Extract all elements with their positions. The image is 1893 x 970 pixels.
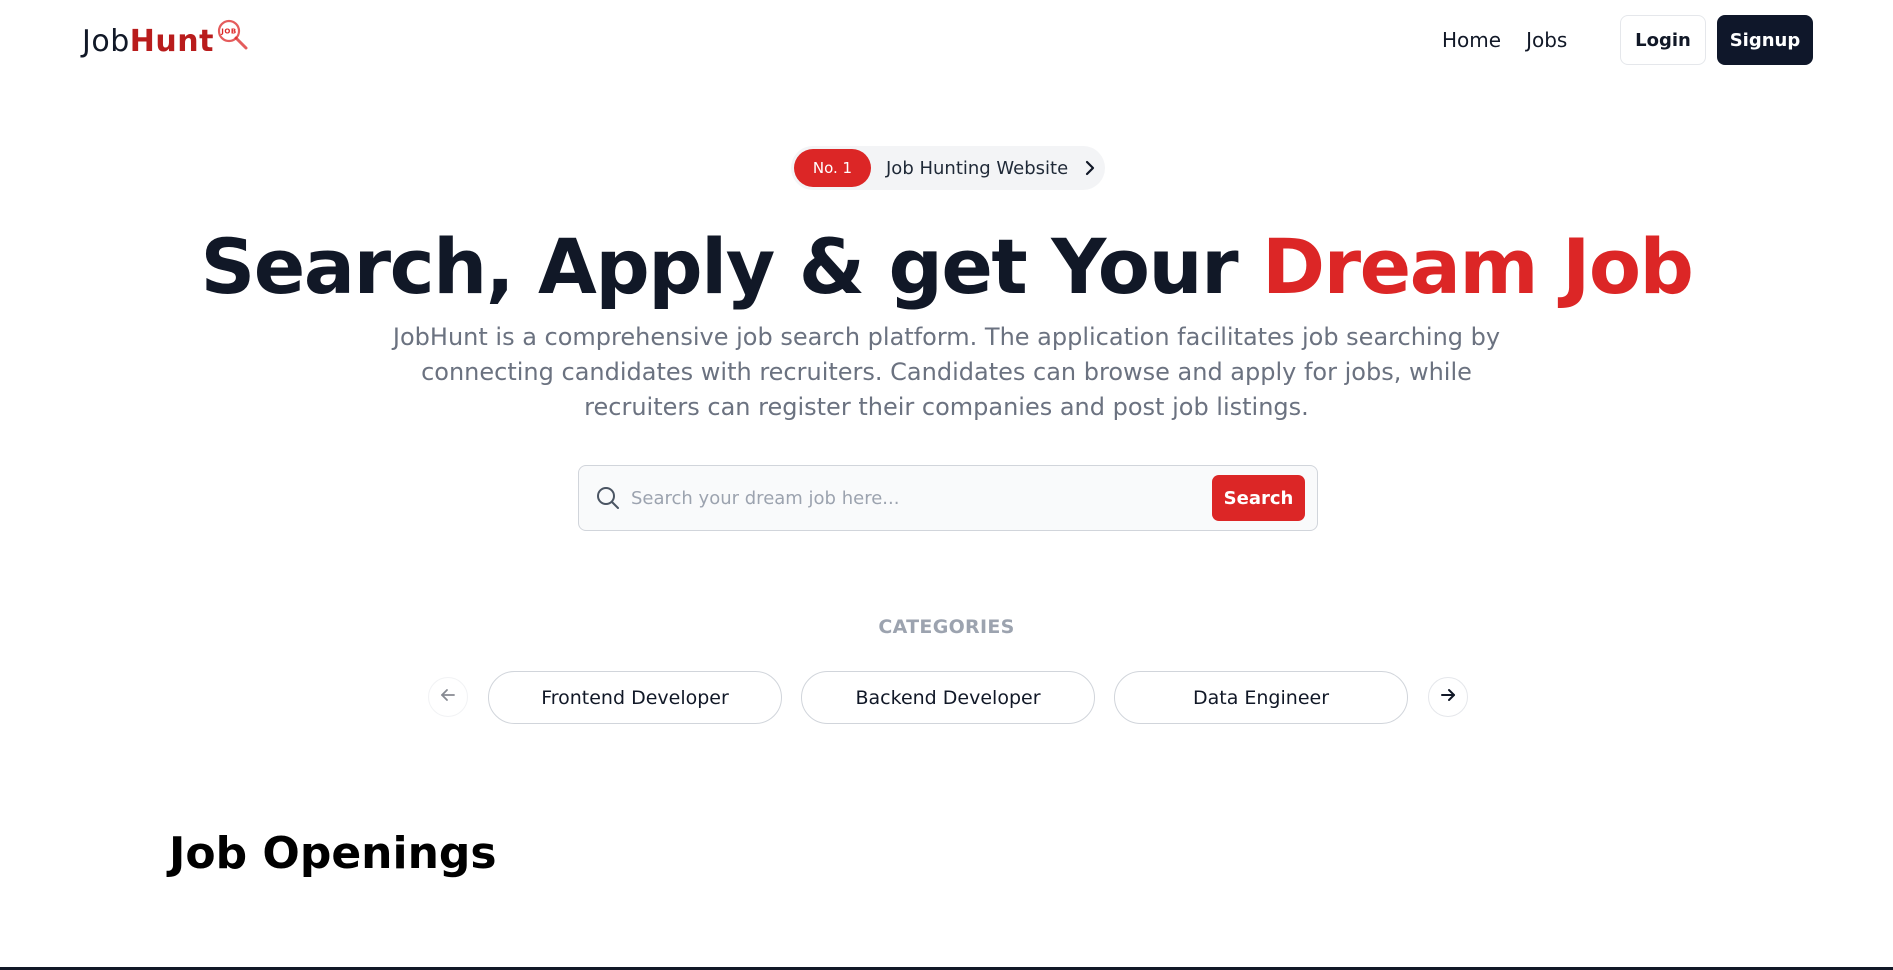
search-icon (595, 485, 621, 511)
badge-tag: No. 1 (794, 149, 871, 187)
logo[interactable]: Job Hunt JOB (82, 19, 250, 60)
search-input[interactable] (631, 478, 1211, 518)
search-button[interactable]: Search (1212, 475, 1305, 521)
category-chip-data-engineer[interactable]: Data Engineer (1114, 671, 1408, 724)
hero-badge[interactable]: No. 1 Job Hunting Website (791, 146, 1105, 190)
arrow-left-icon (440, 687, 456, 707)
login-button[interactable]: Login (1620, 15, 1706, 65)
carousel-prev-button[interactable] (428, 677, 468, 717)
categories-label: CATEGORIES (878, 616, 1015, 638)
nav-link-jobs[interactable]: Jobs (1526, 28, 1567, 52)
signup-button[interactable]: Signup (1717, 15, 1813, 65)
hero-title-main: Search, Apply & get Your (200, 222, 1263, 311)
logo-prefix: Job (82, 23, 130, 59)
chevron-right-icon (1084, 160, 1096, 176)
hero-title-accent: Dream Job (1262, 222, 1694, 311)
magnifier-job-icon: JOB (216, 18, 250, 60)
nav-link-home[interactable]: Home (1442, 28, 1501, 52)
hero-title: Search, Apply & get Your Dream Job (0, 222, 1893, 312)
search-bar: Search (578, 465, 1318, 531)
navbar: Job Hunt JOB Home Jobs Login Signup (0, 0, 1893, 82)
hero-description: JobHunt is a comprehensive job search pl… (392, 323, 1501, 421)
category-chip-backend-developer[interactable]: Backend Developer (801, 671, 1095, 724)
category-chip-frontend-developer[interactable]: Frontend Developer (488, 671, 782, 724)
badge-text: Job Hunting Website (886, 157, 1069, 179)
arrow-right-icon (1440, 687, 1456, 707)
svg-text:JOB: JOB (220, 28, 236, 36)
nav-links: Home Jobs (1442, 28, 1567, 52)
carousel-next-button[interactable] (1428, 677, 1468, 717)
logo-suffix: Hunt (129, 23, 214, 59)
section-title-job-openings: Job Openings (169, 828, 497, 879)
